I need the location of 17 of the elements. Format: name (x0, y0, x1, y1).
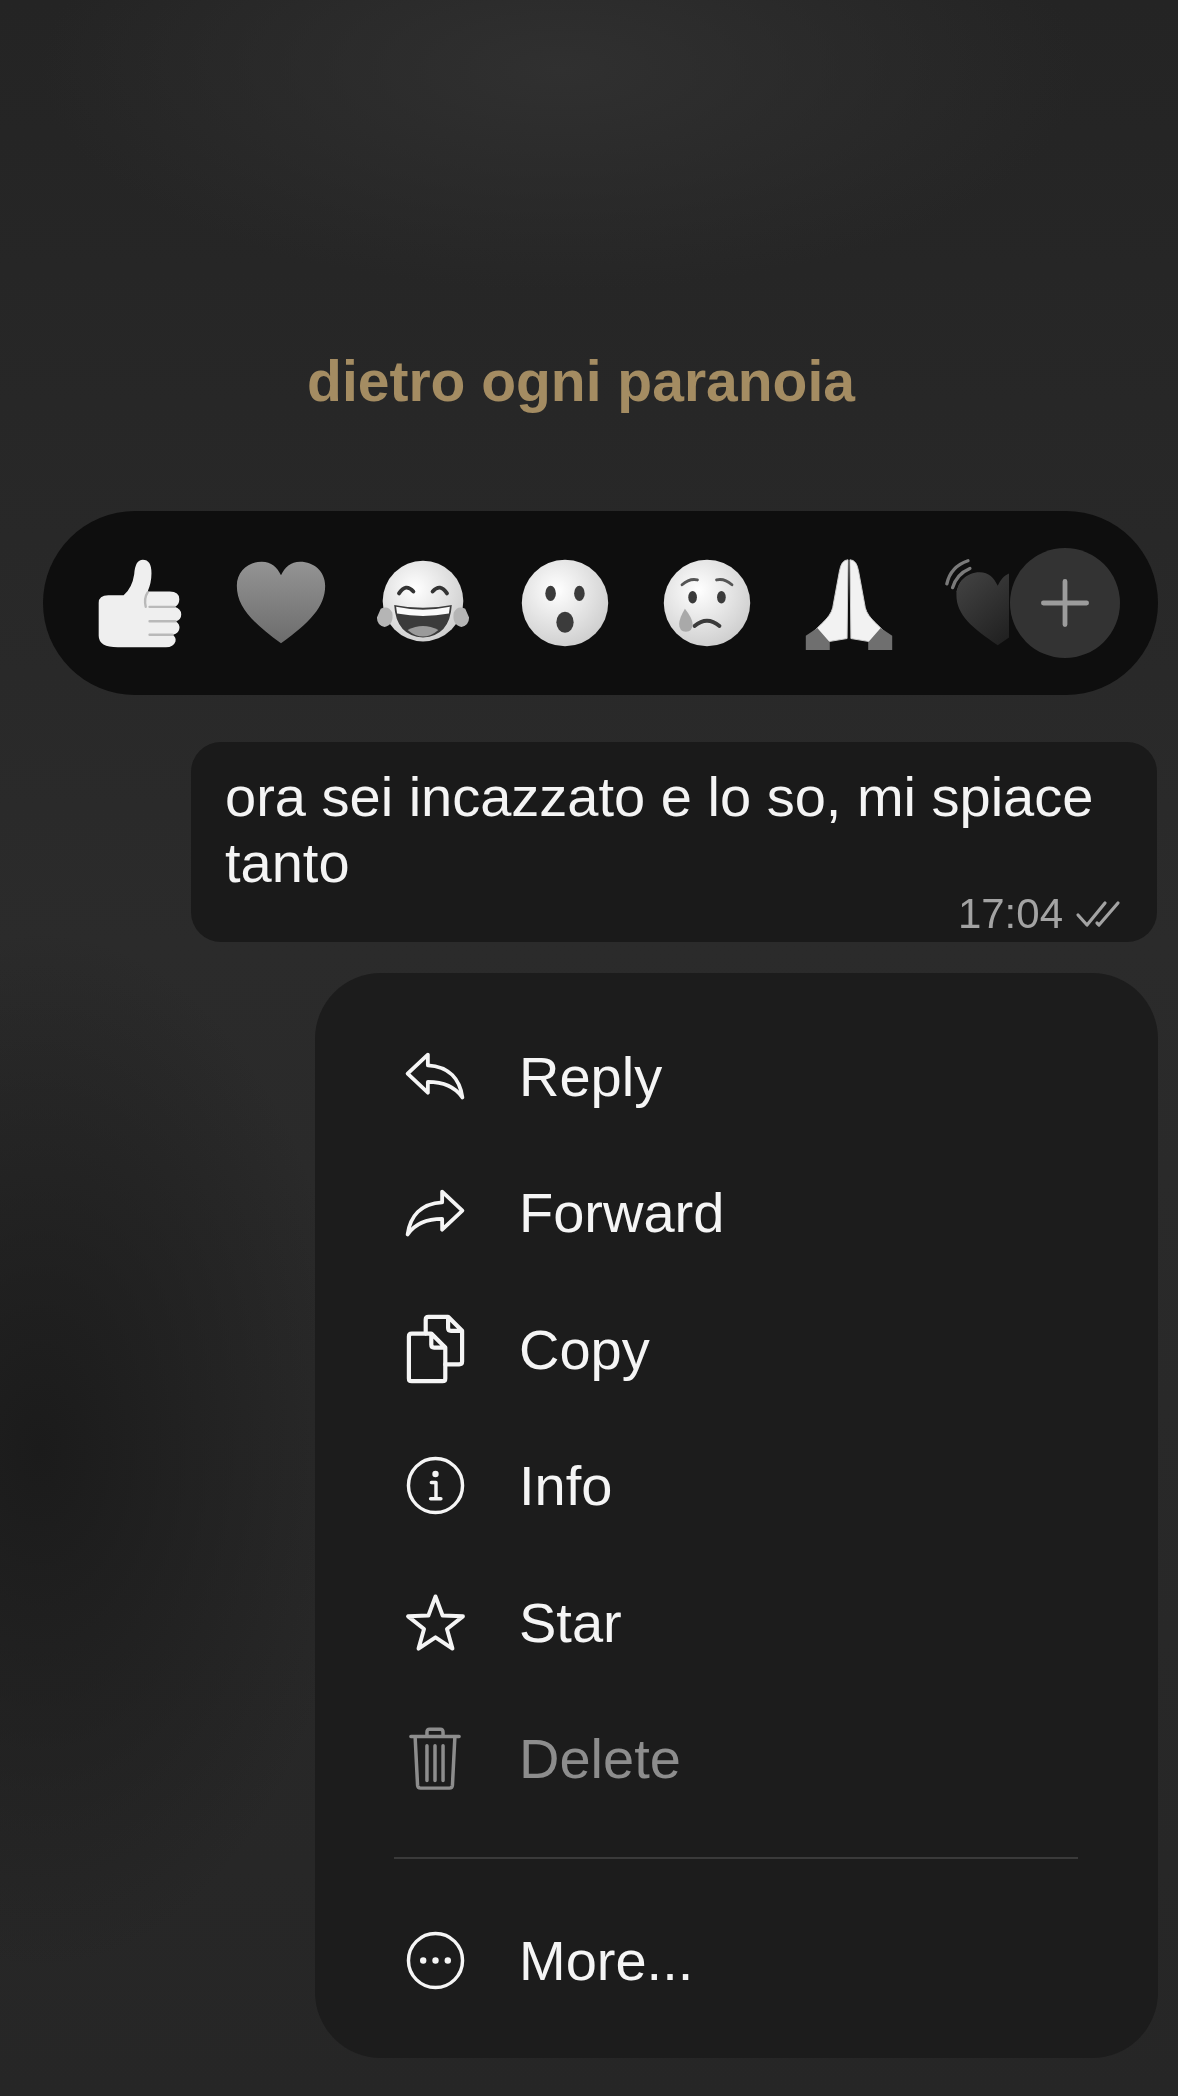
menu-item[interactable]: Star (315, 1554, 1158, 1691)
copy-icon (405, 1314, 465, 1385)
star-icon (403, 1592, 467, 1652)
more-icon (405, 1930, 465, 1990)
message-text: ora sei incazzato e lo so, mi spiace tanto (225, 764, 1095, 896)
chat-title: dietro ogni paranoia (307, 348, 855, 414)
menu-item[interactable]: Forward (315, 1144, 1158, 1281)
plus-icon (1041, 579, 1089, 627)
message-time: 17:04 (957, 896, 1063, 932)
menu-item[interactable]: More... (315, 1892, 1158, 2029)
menu-item[interactable]: Reply (315, 1008, 1158, 1145)
reply-icon (404, 1051, 466, 1102)
menu-item[interactable]: Info (315, 1417, 1158, 1554)
forward-icon (404, 1187, 466, 1238)
menu-item[interactable]: Copy (315, 1281, 1158, 1418)
trash-icon (408, 1727, 462, 1791)
info-icon (405, 1456, 465, 1516)
